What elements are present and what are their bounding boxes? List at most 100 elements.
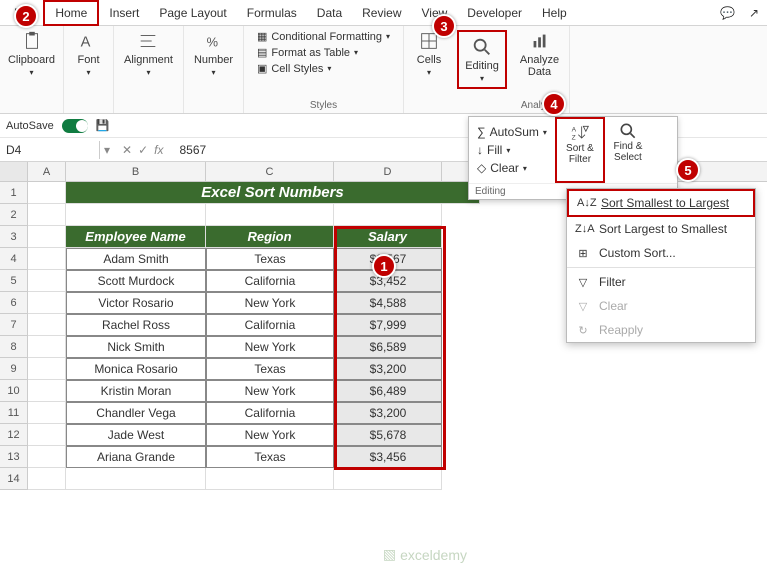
cell[interactable]: [66, 204, 206, 226]
tab-developer[interactable]: Developer: [457, 2, 532, 24]
editing-button[interactable]: Editing ▾: [457, 30, 507, 89]
comments-icon[interactable]: 💬: [716, 4, 739, 22]
cell-salary[interactable]: $6,489: [334, 380, 442, 402]
cell-employee[interactable]: Ariana Grande: [66, 446, 206, 468]
row-header[interactable]: 13: [0, 446, 28, 468]
tab-page-layout[interactable]: Page Layout: [149, 2, 236, 24]
header-salary[interactable]: Salary: [334, 226, 442, 248]
cell[interactable]: [28, 226, 66, 248]
row-header[interactable]: 6: [0, 292, 28, 314]
cell-region[interactable]: New York: [206, 424, 334, 446]
cell-region[interactable]: California: [206, 402, 334, 424]
name-box[interactable]: D4: [0, 141, 100, 159]
col-header-c[interactable]: C: [206, 162, 334, 181]
cell-employee[interactable]: Monica Rosario: [66, 358, 206, 380]
cell[interactable]: [334, 204, 442, 226]
row-header[interactable]: 7: [0, 314, 28, 336]
cell-region[interactable]: Texas: [206, 446, 334, 468]
cell[interactable]: [28, 336, 66, 358]
cell-salary[interactable]: $7,999: [334, 314, 442, 336]
cell[interactable]: [66, 468, 206, 490]
tab-formulas[interactable]: Formulas: [237, 2, 307, 24]
cancel-icon[interactable]: ✕: [122, 143, 132, 157]
cell[interactable]: [334, 468, 442, 490]
cell-employee[interactable]: Rachel Ross: [66, 314, 206, 336]
sort-filter-button[interactable]: AZ Sort & Filter: [555, 117, 605, 183]
cell[interactable]: [28, 402, 66, 424]
cell-employee[interactable]: Jade West: [66, 424, 206, 446]
cell[interactable]: [28, 270, 66, 292]
row-header[interactable]: 10: [0, 380, 28, 402]
title-cell[interactable]: Excel Sort Numbers: [66, 182, 480, 204]
cell-salary[interactable]: $5,678: [334, 424, 442, 446]
cell-salary[interactable]: $3,200: [334, 402, 442, 424]
save-icon[interactable]: 💾: [96, 119, 110, 132]
header-region[interactable]: Region: [206, 226, 334, 248]
row-header[interactable]: 8: [0, 336, 28, 358]
row-header[interactable]: 3: [0, 226, 28, 248]
row-header[interactable]: 2: [0, 204, 28, 226]
cell-region[interactable]: California: [206, 314, 334, 336]
cell[interactable]: [28, 248, 66, 270]
share-icon[interactable]: ↗: [745, 4, 763, 22]
cell-styles-button[interactable]: ▣Cell Styles▾: [257, 62, 390, 75]
cell[interactable]: [28, 424, 66, 446]
cell[interactable]: [28, 358, 66, 380]
fx-icon[interactable]: fx: [154, 143, 163, 157]
cell-region[interactable]: New York: [206, 292, 334, 314]
row-header[interactable]: 4: [0, 248, 28, 270]
header-employee[interactable]: Employee Name: [66, 226, 206, 248]
cell-region[interactable]: Texas: [206, 358, 334, 380]
analyze-data-button[interactable]: Analyze Data: [518, 30, 561, 78]
number-button[interactable]: % Number ▾: [194, 30, 233, 77]
cell-employee[interactable]: Chandler Vega: [66, 402, 206, 424]
tab-insert[interactable]: Insert: [99, 2, 149, 24]
select-all-corner[interactable]: [0, 162, 28, 181]
cell[interactable]: [206, 468, 334, 490]
conditional-formatting-button[interactable]: ▦Conditional Formatting▾: [257, 30, 390, 43]
cell-salary[interactable]: $3,200: [334, 358, 442, 380]
enter-icon[interactable]: ✓: [138, 143, 148, 157]
cell[interactable]: [28, 468, 66, 490]
format-as-table-button[interactable]: ▤Format as Table▾: [257, 46, 390, 59]
cell-region[interactable]: New York: [206, 336, 334, 358]
cell[interactable]: [28, 182, 66, 204]
fill-button[interactable]: ↓Fill ▾: [477, 141, 547, 159]
tab-help[interactable]: Help: [532, 2, 577, 24]
cell[interactable]: [28, 292, 66, 314]
cell-region[interactable]: California: [206, 270, 334, 292]
autosave-toggle[interactable]: [62, 119, 88, 133]
cells-button[interactable]: Cells ▾: [417, 30, 441, 77]
cell-employee[interactable]: Kristin Moran: [66, 380, 206, 402]
find-select-button[interactable]: Find & Select: [605, 117, 651, 183]
cell-salary[interactable]: $6,589: [334, 336, 442, 358]
cell[interactable]: [28, 314, 66, 336]
clipboard-button[interactable]: Clipboard ▾: [8, 30, 55, 77]
cell[interactable]: [28, 446, 66, 468]
row-header[interactable]: 14: [0, 468, 28, 490]
font-button[interactable]: A Font ▾: [77, 30, 99, 77]
cell-salary[interactable]: $4,588: [334, 292, 442, 314]
cell-region[interactable]: Texas: [206, 248, 334, 270]
cell-salary[interactable]: $3,456: [334, 446, 442, 468]
row-header[interactable]: 1: [0, 182, 28, 204]
cell[interactable]: [206, 204, 334, 226]
row-header[interactable]: 9: [0, 358, 28, 380]
autosum-button[interactable]: ∑AutoSum ▾: [477, 123, 547, 141]
cell-employee[interactable]: Adam Smith: [66, 248, 206, 270]
sort-largest-smallest[interactable]: Z↓ASort Largest to Smallest: [567, 217, 755, 241]
col-header-a[interactable]: A: [28, 162, 66, 181]
row-header[interactable]: 5: [0, 270, 28, 292]
tab-data[interactable]: Data: [307, 2, 352, 24]
col-header-d[interactable]: D: [334, 162, 442, 181]
cell-employee[interactable]: Scott Murdock: [66, 270, 206, 292]
clear-filter-item[interactable]: ▽Clear: [567, 294, 755, 318]
custom-sort[interactable]: ⊞Custom Sort...: [567, 241, 755, 265]
tab-home[interactable]: Home: [43, 0, 99, 26]
tab-review[interactable]: Review: [352, 2, 411, 24]
cell-region[interactable]: New York: [206, 380, 334, 402]
cell[interactable]: [28, 204, 66, 226]
row-header[interactable]: 12: [0, 424, 28, 446]
cell[interactable]: [28, 380, 66, 402]
namebox-chevron-icon[interactable]: ▾: [100, 143, 114, 157]
